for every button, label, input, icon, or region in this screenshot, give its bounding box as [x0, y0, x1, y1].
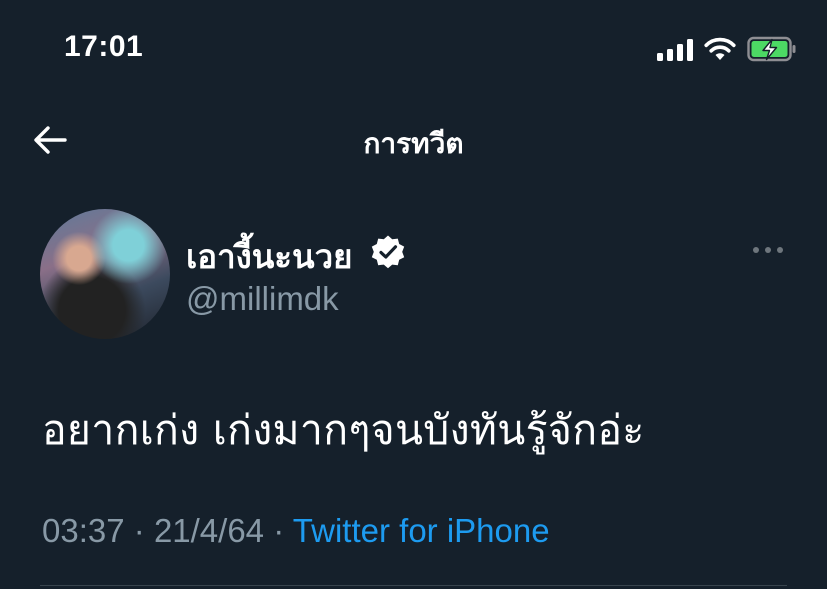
tweet-meta: 03:37 · 21/4/64 · Twitter for iPhone	[42, 512, 550, 550]
meta-separator: ·	[273, 512, 285, 549]
avatar[interactable]	[40, 209, 170, 339]
tweet-source-link[interactable]: Twitter for iPhone	[293, 512, 550, 549]
divider	[40, 585, 787, 586]
tweet-time[interactable]: 03:37	[42, 512, 125, 549]
status-time: 17:01	[64, 30, 144, 63]
tweet-date[interactable]: 21/4/64	[154, 512, 264, 549]
more-options-icon[interactable]	[751, 244, 785, 256]
verified-badge-icon	[371, 235, 405, 269]
cellular-signal-icon	[657, 37, 693, 61]
page-title: การทวีต	[363, 127, 464, 160]
wifi-icon	[704, 37, 736, 60]
battery-charging-icon	[747, 36, 796, 62]
author-name[interactable]: เอางี้นะนวย	[186, 230, 352, 283]
author-handle[interactable]: @millimdk	[186, 280, 339, 318]
tweet-text: อยากเก่ง เก่งมากๆจนบังทันรู้จักอ่ะ	[42, 406, 645, 454]
meta-separator: ·	[133, 512, 145, 549]
status-icons	[657, 36, 797, 62]
tweet-detail-screen: 17:01 การทวีต เอางี้นะนวย @millimdk อยาก…	[0, 0, 827, 589]
